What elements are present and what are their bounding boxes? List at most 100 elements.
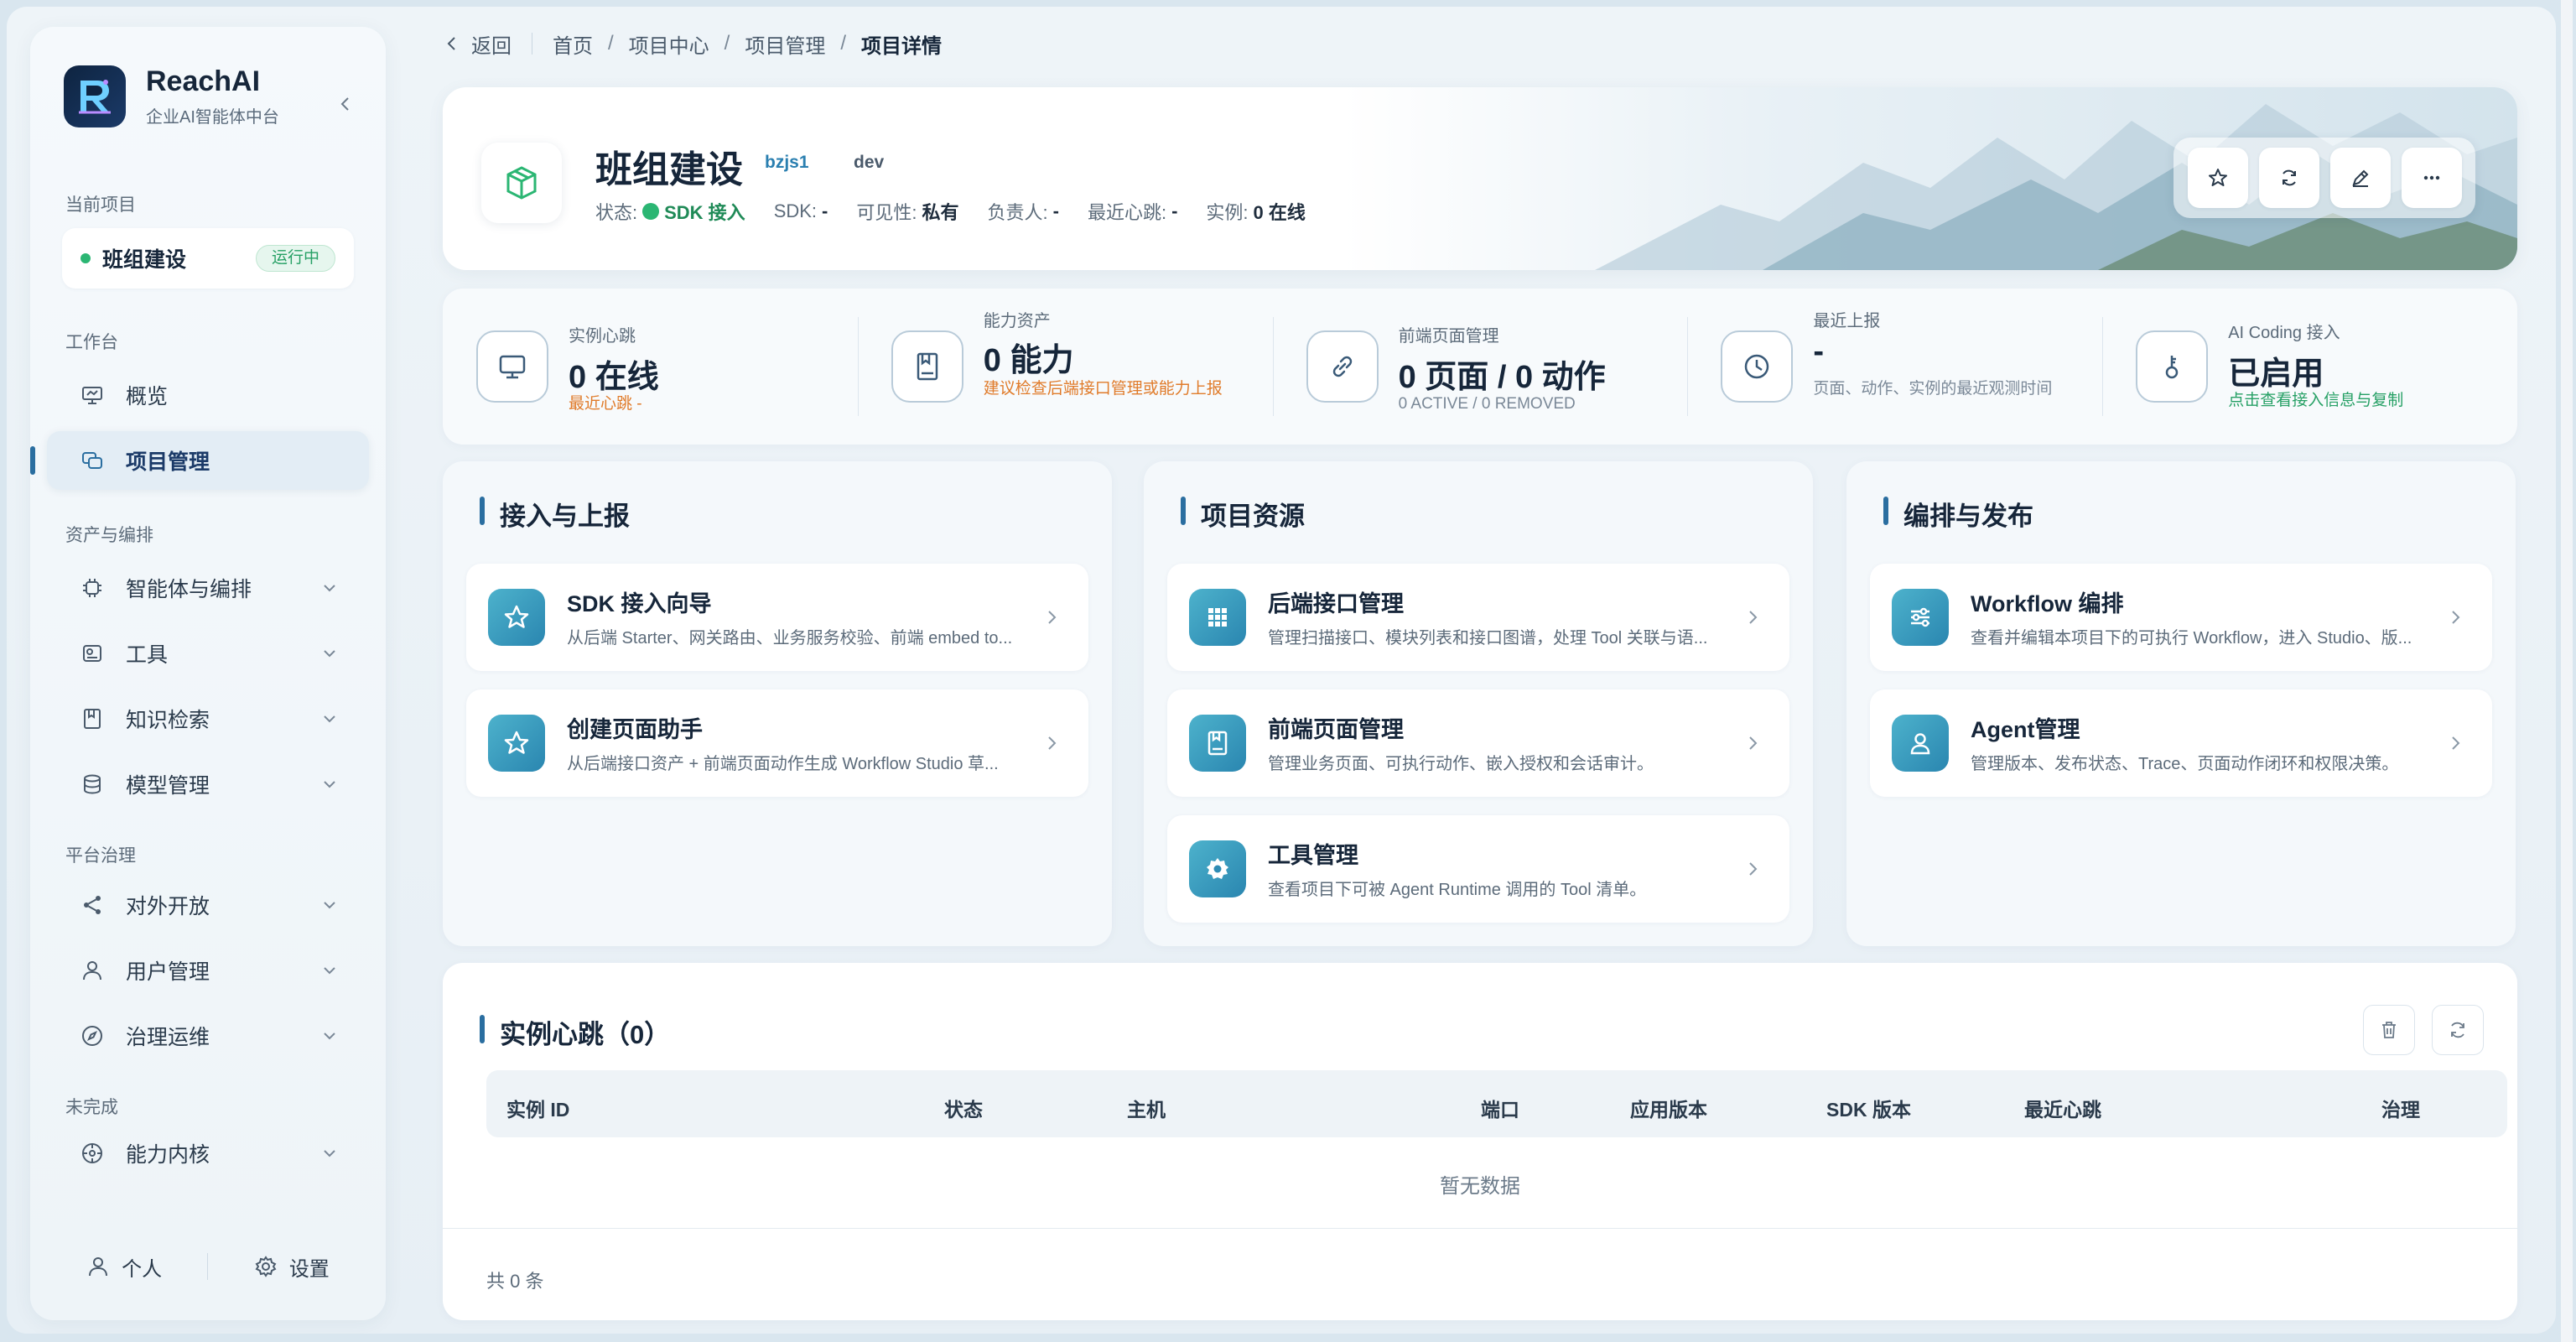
card-title: SDK 接入向导 (567, 591, 712, 616)
stat-recent-report[interactable]: 最近上报 - 页面、动作、实例的最近观测时间 (1687, 289, 2102, 445)
more-button[interactable] (2401, 148, 2462, 208)
sidebar-item-users[interactable]: 用户管理 (47, 941, 369, 1000)
column-header[interactable]: 应用版本 (1630, 1094, 1707, 1122)
chevron-down-icon (324, 902, 335, 909)
stat-capability-assets[interactable]: 能力资产 0 能力 建议检查后端接口管理或能力上报 (857, 289, 1273, 445)
chevron-right-icon (1048, 736, 1057, 750)
column-header[interactable]: 主机 (1127, 1094, 1166, 1122)
favorite-button[interactable] (2187, 148, 2248, 208)
sidebar-item-overview[interactable]: 概览 (47, 366, 369, 424)
page-scrollbar[interactable] (2561, 0, 2573, 1342)
collapse-sidebar-button[interactable] (335, 94, 356, 114)
sidebar-item-label: 概览 (126, 385, 169, 408)
stat-instance-heartbeat[interactable]: 实例心跳 0 在线 最近心跳 - (443, 289, 858, 445)
more-horizontal-icon (2423, 175, 2439, 180)
sidebar-item-agents[interactable]: 智能体与编排 (47, 559, 369, 617)
monitor-icon (476, 330, 548, 403)
card-desc: 管理业务页面、可执行动作、嵌入授权和会话审计。 (1268, 755, 1654, 773)
breadcrumb-project-center[interactable]: 项目中心 (629, 29, 709, 59)
chevron-left-icon (447, 37, 455, 50)
presentation-icon (82, 387, 102, 404)
column-header[interactable]: 状态 (944, 1094, 983, 1122)
current-project-label: 当前项目 (65, 195, 136, 215)
card-title: 创建页面助手 (567, 717, 703, 742)
sidebar-item-label: 治理运维 (126, 1026, 210, 1049)
sidebar-item-open-api[interactable]: 对外开放 (47, 876, 369, 934)
sidebar-item-models[interactable]: 模型管理 (47, 755, 369, 814)
breadcrumb-home[interactable]: 首页 (553, 29, 593, 59)
card-frontend-pages[interactable]: 前端页面管理 管理业务页面、可执行动作、嵌入授权和会话审计。 (1167, 689, 1789, 797)
stat-sub: 页面、动作、实例的最近观测时间 (1813, 380, 2053, 398)
star-icon (488, 589, 545, 646)
chip-icon (83, 579, 101, 597)
meta-heartbeat-value: - (1171, 200, 1178, 221)
edit-button[interactable] (2329, 148, 2391, 208)
sidebar-item-knowledge[interactable]: 知识检索 (47, 689, 369, 748)
column-header[interactable]: 实例 ID (506, 1094, 569, 1122)
delete-button[interactable] (2363, 1005, 2415, 1055)
link-icon (1306, 330, 1379, 403)
database-icon (84, 774, 101, 794)
personal-button[interactable]: 个人 (86, 1252, 162, 1282)
stat-frontend-pages[interactable]: 前端页面管理 0 页面 / 0 动作 0 ACTIVE / 0 REMOVED (1272, 289, 1688, 445)
meta-sdk-key: SDK: (773, 200, 818, 221)
sidebar-item-project-management[interactable]: 项目管理 (30, 431, 369, 490)
column-header[interactable]: 最近心跳 (2024, 1094, 2101, 1122)
section-assets: 资产与编排 (65, 526, 153, 545)
stat-ai-coding[interactable]: AI Coding 接入 已启用 点击查看接入信息与复制 (2102, 289, 2517, 445)
sidebar-item-label: 能力内核 (126, 1143, 210, 1167)
panel-resources: 项目资源 后端接口管理 管理扫描接口、模块列表和接口图谱，处理 Tool 关联与… (1144, 461, 1813, 946)
sidebar-item-label: 工具 (126, 643, 169, 667)
stat-sub[interactable]: 点击查看接入信息与复制 (2228, 389, 2471, 413)
chevron-right-icon (1749, 611, 1758, 624)
breadcrumb-project-management[interactable]: 项目管理 (745, 29, 825, 59)
stat-value: 已启用 (2228, 356, 2324, 392)
star-icon (2208, 169, 2227, 186)
card-page-assistant[interactable]: 创建页面助手 从后端接口资产 + 前端页面动作生成 Workflow Studi… (466, 689, 1088, 797)
book-icon (1189, 715, 1246, 772)
refresh-button[interactable] (2258, 148, 2319, 208)
instance-heartbeat-panel: 实例心跳（0） 实例 ID 状态 主机 端口 应用版本 SDK 版本 最近心跳 … (443, 963, 2517, 1320)
sidebar-item-tools[interactable]: 工具 (47, 624, 369, 683)
chevron-down-icon (324, 650, 335, 658)
crosshair-icon (82, 1143, 102, 1163)
card-title: Workflow 编排 (1971, 591, 2124, 616)
stat-label: 前端页面管理 (1398, 327, 1499, 346)
breadcrumb-current: 项目详情 (861, 34, 943, 58)
trash-icon (2382, 1022, 2396, 1038)
column-header[interactable]: 端口 (1481, 1094, 1519, 1122)
book-icon (84, 709, 101, 729)
card-desc: 查看并编辑本项目下的可执行 Workflow，进入 Studio、版... (1971, 629, 2412, 648)
chevron-down-icon (324, 715, 335, 723)
card-backend-api[interactable]: 后端接口管理 管理扫描接口、模块列表和接口图谱，处理 Tool 关联与语... (1167, 564, 1789, 671)
card-desc: 从后端接口资产 + 前端页面动作生成 Workflow Studio 草... (567, 755, 999, 773)
meta-instances-key: 实例: (1206, 202, 1249, 223)
meta-sdk-value: - (822, 200, 828, 221)
sidebar-item-capability-core[interactable]: 能力内核 (47, 1124, 369, 1183)
back-button[interactable]: 返回 (443, 29, 512, 59)
package-icon (506, 166, 537, 200)
column-header[interactable]: 治理 (2381, 1094, 2420, 1122)
star-icon (488, 715, 545, 772)
current-project-selector[interactable]: 班组建设 运行中 (62, 228, 354, 289)
layers-icon (82, 452, 102, 469)
section-governance: 平台治理 (65, 846, 136, 866)
refresh-icon (2282, 169, 2296, 186)
refresh-icon (2451, 1022, 2464, 1038)
card-tool-management[interactable]: 工具管理 查看项目下可被 Agent Runtime 调用的 Tool 清单。 (1167, 815, 1789, 923)
panel-title: 接入与上报 (480, 495, 630, 533)
column-header[interactable]: SDK 版本 (1826, 1094, 1911, 1122)
card-agent-management[interactable]: Agent管理 管理版本、发布状态、Trace、页面动作闭环和权限决策。 (1870, 689, 2492, 797)
card-sdk-wizard[interactable]: SDK 接入向导 从后端 Starter、网关路由、业务服务校验、前端 embe… (466, 564, 1088, 671)
card-desc: 管理扫描接口、模块列表和接口图谱，处理 Tool 关联与语... (1268, 629, 1708, 648)
settings-button[interactable]: 设置 (254, 1252, 330, 1282)
user-icon (83, 961, 101, 980)
card-workflow[interactable]: Workflow 编排 查看并编辑本项目下的可执行 Workflow，进入 St… (1870, 564, 2492, 671)
grid-icon (1189, 589, 1246, 646)
panel-integration: 接入与上报 SDK 接入向导 从后端 Starter、网关路由、业务服务校验、前… (443, 461, 1112, 946)
hero-actions (2174, 138, 2475, 218)
refresh-table-button[interactable] (2432, 1005, 2484, 1055)
brand[interactable]: ReachAI 企业AI智能体中台 (64, 65, 279, 127)
sidebar-item-ops[interactable]: 治理运维 (47, 1006, 369, 1065)
total-count: 共 0 条 (486, 1271, 544, 1292)
